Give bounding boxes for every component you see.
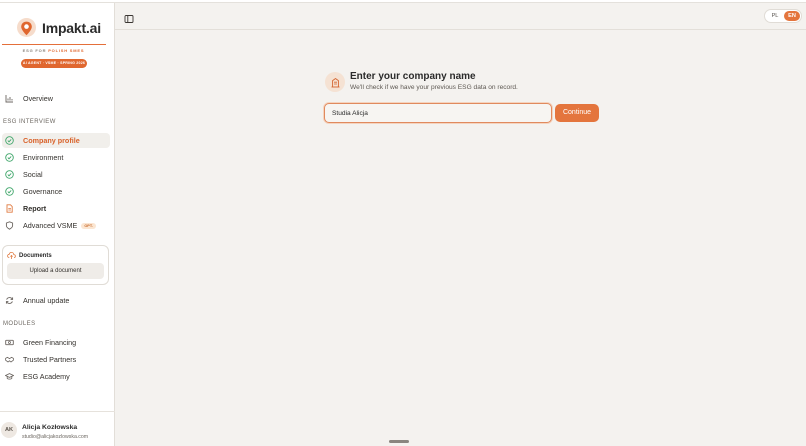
check-circle-icon <box>4 136 14 146</box>
sidebar-item-label: ESG Academy <box>23 372 70 381</box>
sidebar-item-green-financing[interactable]: Green Financing <box>2 335 110 350</box>
check-circle-icon <box>4 187 14 197</box>
sidebar-item-annual-update[interactable]: Annual update <box>2 293 110 308</box>
optional-badge: OPT. <box>81 222 96 229</box>
sidebar-item-label: Report <box>23 204 47 213</box>
user-name: Alicja Kozłowska <box>22 424 78 431</box>
bar-chart-icon <box>4 94 14 104</box>
event-badge: AI AGENT · VSME · SPRING 2026 <box>21 59 87 68</box>
handshake-icon <box>4 355 14 365</box>
sidebar-item-report[interactable]: Report <box>2 201 110 216</box>
section-label-esg-interview: ESG INTERVIEW <box>3 119 56 125</box>
documents-title: Documents <box>7 251 52 260</box>
upload-document-button[interactable]: Upload a document <box>7 263 104 279</box>
sidebar-item-label: Overview <box>23 94 53 103</box>
cloud-upload-icon <box>7 251 16 260</box>
sidebar: Impakt.ai ESG FOR POLISH SMES AI AGENT ·… <box>0 3 115 446</box>
sidebar-item-label: Company profile <box>23 136 80 145</box>
scroll-handle[interactable] <box>389 440 409 443</box>
sidebar-item-label: Annual update <box>23 296 70 305</box>
sidebar-item-label: Social <box>23 170 43 179</box>
brand-divider <box>2 44 106 45</box>
user-profile[interactable]: AK Alicja Kozłowska studio@alicjakozlows… <box>0 411 115 446</box>
continue-button[interactable]: Continue <box>555 104 599 122</box>
company-name-input[interactable] <box>324 103 552 123</box>
brand[interactable]: Impakt.ai <box>16 15 101 41</box>
lang-option-pl[interactable]: PL <box>767 11 783 21</box>
window-top-edge <box>0 0 806 3</box>
refresh-icon <box>4 296 14 306</box>
language-switcher: PL EN <box>764 9 802 23</box>
sidebar-item-governance[interactable]: Governance <box>2 184 110 199</box>
documents-panel: Documents Upload a document <box>2 245 109 285</box>
check-circle-icon <box>4 153 14 163</box>
banknote-icon <box>4 338 14 348</box>
sidebar-item-trusted-partners[interactable]: Trusted Partners <box>2 352 110 367</box>
user-email: studio@alicjakozlowska.com <box>22 434 89 440</box>
sidebar-item-label: Trusted Partners <box>23 355 77 364</box>
document-icon <box>4 204 14 214</box>
sidebar-item-esg-academy[interactable]: ESG Academy <box>2 369 110 384</box>
tagline-highlight: POLISH SMES <box>48 48 85 53</box>
top-bar: PL EN <box>115 3 806 30</box>
sidebar-item-company-profile[interactable]: Company profile <box>2 133 110 148</box>
sidebar-item-overview[interactable]: Overview <box>2 91 110 106</box>
sidebar-item-social[interactable]: Social <box>2 167 110 182</box>
check-circle-icon <box>4 170 14 180</box>
sidebar-toggle-icon[interactable] <box>124 11 134 23</box>
page-subtitle: We'll check if we have your previous ESG… <box>350 84 518 91</box>
sidebar-item-label: Governance <box>23 187 63 196</box>
sidebar-item-advanced-vsme[interactable]: Advanced VSME OPT. <box>2 218 110 233</box>
location-pin-logo-icon <box>16 17 37 39</box>
sidebar-item-environment[interactable]: Environment <box>2 150 110 165</box>
brand-tagline: ESG FOR POLISH SMES <box>0 48 107 53</box>
graduation-cap-icon <box>4 372 14 382</box>
page-title: Enter your company name <box>350 71 476 82</box>
tagline-prefix: ESG FOR <box>22 48 49 53</box>
lang-option-en[interactable]: EN <box>784 11 800 21</box>
shield-icon <box>4 221 14 231</box>
sidebar-item-label: Advanced VSME <box>23 221 78 230</box>
documents-title-text: Documents <box>19 252 52 259</box>
sidebar-item-label: Green Financing <box>23 338 77 347</box>
sidebar-item-label: Environment <box>23 153 64 162</box>
brand-name: Impakt.ai <box>42 20 101 36</box>
avatar: AK <box>1 422 17 438</box>
building-icon <box>325 72 345 92</box>
section-label-modules: MODULES <box>3 321 36 327</box>
